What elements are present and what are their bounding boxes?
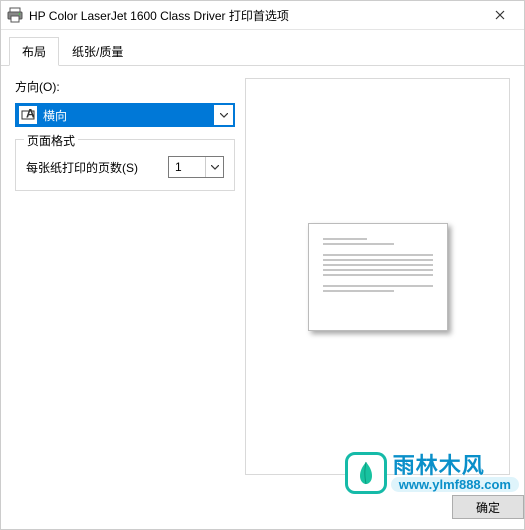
orientation-select[interactable]: A 横向 bbox=[15, 103, 235, 127]
ok-button[interactable]: 确定 bbox=[452, 495, 524, 519]
close-button[interactable] bbox=[478, 1, 522, 29]
dialog-footer: 确定 bbox=[1, 485, 524, 529]
window-title: HP Color LaserJet 1600 Class Driver 打印首选… bbox=[29, 7, 478, 24]
pages-per-sheet-label: 每张纸打印的页数(S) bbox=[26, 159, 160, 176]
tabstrip: 布局 纸张/质量 bbox=[1, 30, 524, 66]
pages-per-sheet-value: 1 bbox=[169, 160, 205, 174]
tab-paper-quality[interactable]: 纸张/质量 bbox=[59, 37, 136, 66]
chevron-down-icon bbox=[205, 157, 223, 177]
preview-page bbox=[308, 223, 448, 331]
page-format-group: 页面格式 每张纸打印的页数(S) 1 bbox=[15, 139, 235, 191]
preview-pane bbox=[245, 78, 510, 475]
orientation-landscape-icon: A bbox=[19, 106, 37, 124]
printer-icon bbox=[7, 7, 23, 23]
settings-column: 方向(O): A 横向 页面格式 每张纸打印的页数(S) bbox=[15, 78, 235, 475]
pages-per-sheet-select[interactable]: 1 bbox=[168, 156, 224, 178]
tab-content: 方向(O): A 横向 页面格式 每张纸打印的页数(S) bbox=[1, 66, 524, 485]
svg-text:A: A bbox=[26, 108, 35, 121]
tab-layout[interactable]: 布局 bbox=[9, 37, 59, 66]
page-format-legend: 页面格式 bbox=[24, 132, 78, 149]
print-preferences-dialog: HP Color LaserJet 1600 Class Driver 打印首选… bbox=[0, 0, 525, 530]
chevron-down-icon bbox=[213, 105, 233, 125]
titlebar: HP Color LaserJet 1600 Class Driver 打印首选… bbox=[1, 1, 524, 30]
orientation-value: 横向 bbox=[41, 107, 213, 124]
orientation-label: 方向(O): bbox=[15, 78, 235, 95]
